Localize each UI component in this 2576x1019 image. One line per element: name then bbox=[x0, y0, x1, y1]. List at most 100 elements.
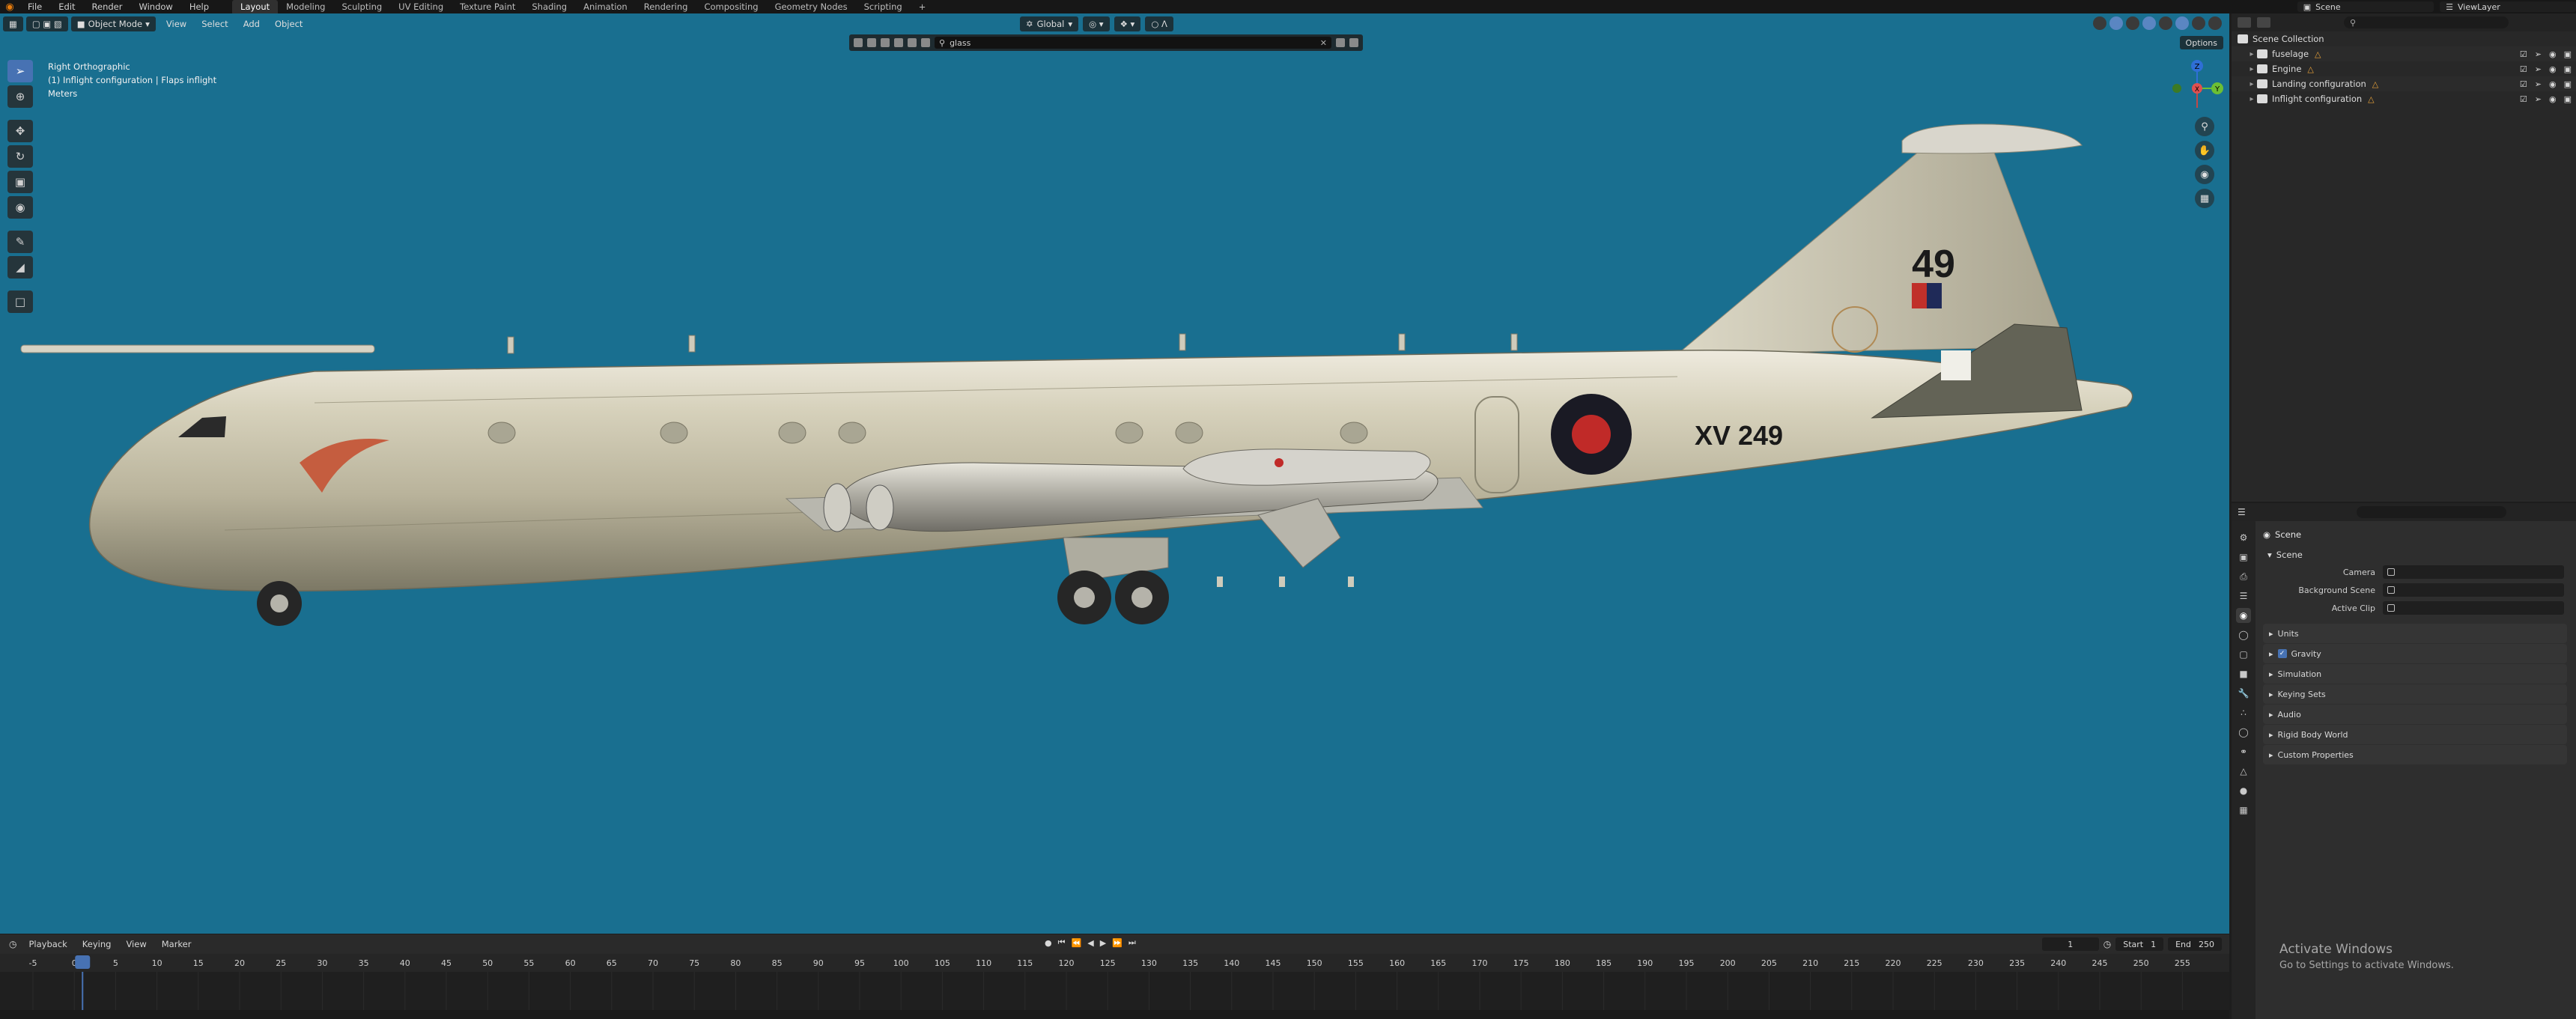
visibility-flags[interactable]: ☑ ➢ ◉ ▣ bbox=[2520, 64, 2572, 74]
visibility-flags[interactable]: ☑ ➢ ◉ ▣ bbox=[2520, 94, 2572, 104]
tab-animation[interactable]: Animation bbox=[575, 0, 636, 13]
timeline-editor-icon[interactable]: ◷ bbox=[4, 939, 21, 949]
next-keyframe-icon[interactable]: ⏩ bbox=[1112, 938, 1123, 948]
world-tab-icon[interactable]: ◯ bbox=[2236, 627, 2251, 642]
object-mode-dropdown[interactable]: ■ Object Mode ▾ bbox=[70, 16, 156, 31]
clear-search-icon[interactable]: ✕ bbox=[1320, 38, 1327, 48]
menu-add[interactable]: Add bbox=[236, 19, 267, 29]
camera-icon[interactable]: ◉ bbox=[2195, 165, 2214, 184]
units-subpanel[interactable]: ▸ Units bbox=[2263, 624, 2567, 643]
start-frame-field[interactable]: Start 1 bbox=[2115, 937, 2164, 951]
menu-view[interactable]: View bbox=[159, 19, 194, 29]
menu-window[interactable]: Window bbox=[130, 0, 180, 13]
filter-icon-3[interactable] bbox=[881, 38, 890, 47]
outliner-item-landing-configuration[interactable]: ▸ Landing configuration △ ☑ ➢ ◉ ▣ bbox=[2232, 76, 2576, 91]
xray-toggle-icon[interactable] bbox=[2142, 16, 2156, 30]
expand-arrow-icon[interactable]: ▸ bbox=[2247, 95, 2257, 103]
tab-uv-editing[interactable]: UV Editing bbox=[390, 0, 452, 13]
end-frame-field[interactable]: End 250 bbox=[2168, 937, 2222, 951]
gizmo-toggle-icon[interactable] bbox=[2109, 16, 2123, 30]
audio-subpanel[interactable]: ▸ Audio bbox=[2263, 705, 2567, 724]
tab-sculpting[interactable]: Sculpting bbox=[333, 0, 390, 13]
menu-help[interactable]: Help bbox=[181, 0, 217, 13]
expand-arrow-icon[interactable]: ▸ bbox=[2247, 65, 2257, 73]
scene-collection-row[interactable]: Scene Collection bbox=[2232, 31, 2576, 46]
display-mode-icon[interactable] bbox=[2257, 17, 2270, 28]
collection-tab-icon[interactable]: ▢ bbox=[2236, 647, 2251, 662]
material-tab-icon[interactable]: ● bbox=[2236, 783, 2251, 798]
tab-geometry-nodes[interactable]: Geometry Nodes bbox=[767, 0, 856, 13]
view-layer-tab-icon[interactable]: ☰ bbox=[2236, 588, 2251, 603]
jump-end-icon[interactable]: ⏭ bbox=[1128, 937, 1136, 948]
record-icon[interactable]: ● bbox=[1045, 938, 1052, 948]
visibility-flags[interactable]: ☑ ➢ ◉ ▣ bbox=[2520, 79, 2572, 89]
modifier-tab-icon[interactable]: 🔧 bbox=[2236, 686, 2251, 701]
rotate-tool-icon[interactable]: ↻ bbox=[7, 145, 33, 168]
sort-icon[interactable] bbox=[1336, 38, 1345, 47]
outliner-item-fuselage[interactable]: ▸ fuselage △ ☑ ➢ ◉ ▣ bbox=[2232, 46, 2576, 61]
tab-layout[interactable]: Layout bbox=[232, 0, 279, 13]
play-icon[interactable]: ▶ bbox=[1100, 938, 1106, 948]
filter-icon-1[interactable] bbox=[854, 38, 863, 47]
tab-texture-paint[interactable]: Texture Paint bbox=[452, 0, 523, 13]
scene-tab-icon[interactable]: ◉ bbox=[2236, 608, 2251, 623]
simulation-subpanel[interactable]: ▸ Simulation bbox=[2263, 664, 2567, 684]
output-tab-icon[interactable]: ⎙ bbox=[2236, 569, 2251, 584]
scene-panel-header[interactable]: ▾ Scene bbox=[2263, 547, 2572, 563]
funnel-icon[interactable] bbox=[1349, 38, 1358, 47]
tab-shading[interactable]: Shading bbox=[523, 0, 575, 13]
render-tab-icon[interactable]: ▣ bbox=[2236, 550, 2251, 565]
tool-tab-icon[interactable]: ⚙ bbox=[2236, 530, 2251, 545]
properties-search-input[interactable] bbox=[2356, 506, 2506, 518]
current-frame-field[interactable]: 1 bbox=[2041, 937, 2099, 951]
clock-icon[interactable]: ◷ bbox=[2103, 939, 2111, 949]
menu-keying[interactable]: Keying bbox=[75, 939, 119, 949]
selection-mode-buttons[interactable]: ▢ ▣ ▧ bbox=[25, 16, 68, 31]
add-workspace-button[interactable]: + bbox=[911, 0, 935, 13]
visibility-flags[interactable]: ☑ ➢ ◉ ▣ bbox=[2520, 49, 2572, 59]
proportional-edit-toggle[interactable]: ○ Λ bbox=[1145, 16, 1173, 31]
constraints-tab-icon[interactable]: ⚭ bbox=[2236, 744, 2251, 759]
filter-icon-4[interactable] bbox=[894, 38, 903, 47]
pivot-point-dropdown[interactable]: ◎ ▾ bbox=[1083, 16, 1110, 31]
outliner-item-inflight-configuration[interactable]: ▸ Inflight configuration △ ☑ ➢ ◉ ▣ bbox=[2232, 91, 2576, 106]
menu-view[interactable]: View bbox=[118, 939, 154, 949]
transform-tool-icon[interactable]: ◉ bbox=[7, 196, 33, 219]
visibility-icon[interactable] bbox=[2093, 16, 2106, 30]
camera-field[interactable] bbox=[2383, 565, 2564, 579]
overlay-toggle-icon[interactable] bbox=[2126, 16, 2139, 30]
filter-icon-5[interactable] bbox=[908, 38, 917, 47]
outliner-search-input[interactable]: ⚲ bbox=[2344, 16, 2509, 28]
filter-icon-6[interactable] bbox=[921, 38, 930, 47]
zoom-icon[interactable]: ⚲ bbox=[2195, 117, 2214, 136]
jump-start-icon[interactable]: ⏮ bbox=[1058, 937, 1066, 948]
add-cube-tool-icon[interactable]: □ bbox=[7, 291, 33, 313]
menu-playback[interactable]: Playback bbox=[21, 939, 74, 949]
active-clip-field[interactable] bbox=[2383, 601, 2564, 615]
shading-wireframe-icon[interactable] bbox=[2159, 16, 2172, 30]
shading-rendered-icon[interactable] bbox=[2208, 16, 2222, 30]
prev-keyframe-icon[interactable]: ⏪ bbox=[1072, 938, 1082, 948]
aircraft-model[interactable]: 49 XV 249 bbox=[0, 13, 2229, 934]
texture-tab-icon[interactable]: ▦ bbox=[2236, 803, 2251, 818]
background-scene-field[interactable] bbox=[2383, 583, 2564, 597]
options-button[interactable]: Options bbox=[2179, 36, 2223, 49]
cursor-tool-icon[interactable]: ⊕ bbox=[7, 85, 33, 108]
play-reverse-icon[interactable]: ◀ bbox=[1087, 938, 1093, 948]
custom-properties-subpanel[interactable]: ▸ Custom Properties bbox=[2263, 745, 2567, 764]
playhead-marker[interactable] bbox=[75, 955, 91, 969]
menu-object[interactable]: Object bbox=[267, 19, 310, 29]
tab-rendering[interactable]: Rendering bbox=[636, 0, 696, 13]
grid-icon[interactable]: ▦ bbox=[2195, 189, 2214, 208]
scene-selector[interactable]: ▣ Scene bbox=[2297, 1, 2434, 12]
navigation-gizmo[interactable]: Z Y X bbox=[2171, 58, 2223, 115]
measure-tool-icon[interactable]: ◢ bbox=[7, 256, 33, 279]
scale-tool-icon[interactable]: ▣ bbox=[7, 171, 33, 193]
pan-hand-icon[interactable]: ✋ bbox=[2195, 141, 2214, 160]
particles-tab-icon[interactable]: ∴ bbox=[2236, 705, 2251, 720]
menu-render[interactable]: Render bbox=[84, 0, 131, 13]
shading-material-icon[interactable] bbox=[2192, 16, 2205, 30]
editor-type-button[interactable]: ▦ bbox=[3, 16, 23, 31]
menu-marker[interactable]: Marker bbox=[154, 939, 199, 949]
rigid-body-world-subpanel[interactable]: ▸ Rigid Body World bbox=[2263, 725, 2567, 744]
